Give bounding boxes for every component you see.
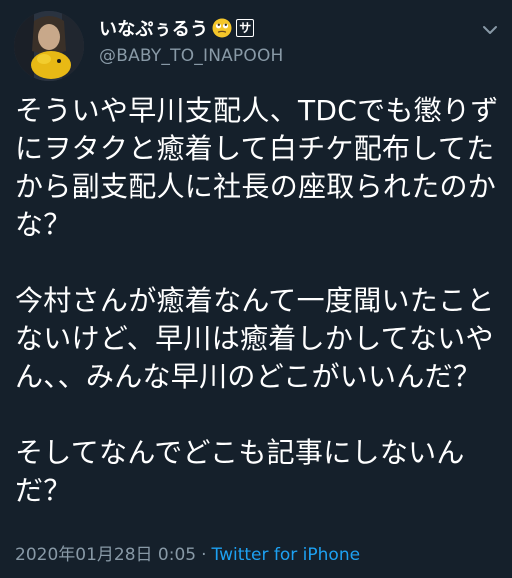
separator-dot: · [201, 545, 207, 565]
tweet-text: そういや早川支配人、TDCでも懲りずにヲタクと癒着して白チケ配布してたから副支配… [15, 94, 499, 507]
display-name[interactable]: いなぷぅるう [99, 15, 208, 41]
rolling-eyes-emoji-icon [212, 18, 232, 38]
avatar[interactable] [14, 11, 84, 81]
chevron-down-icon [483, 26, 497, 34]
user-handle[interactable]: @BABY_TO_INAPOOH [99, 46, 459, 66]
avatar-image [14, 11, 84, 81]
more-options-button[interactable] [478, 18, 502, 42]
box-glyph-badge: サ [236, 19, 255, 37]
name-row: いなぷぅるう サ [99, 16, 459, 40]
user-meta: いなぷぅるう サ @BABY_TO_INAPOOH [99, 16, 459, 66]
tweet-source-link[interactable]: Twitter for iPhone [212, 545, 361, 565]
tweet-timestamp[interactable]: 2020年01月28日 0:05 [15, 545, 196, 565]
tweet-card: いなぷぅるう サ @BABY_TO_INAPOOH そういや早川支配人、TDCで… [0, 0, 512, 578]
tweet-footer: 2020年01月28日 0:05 · Twitter for iPhone [15, 540, 360, 565]
